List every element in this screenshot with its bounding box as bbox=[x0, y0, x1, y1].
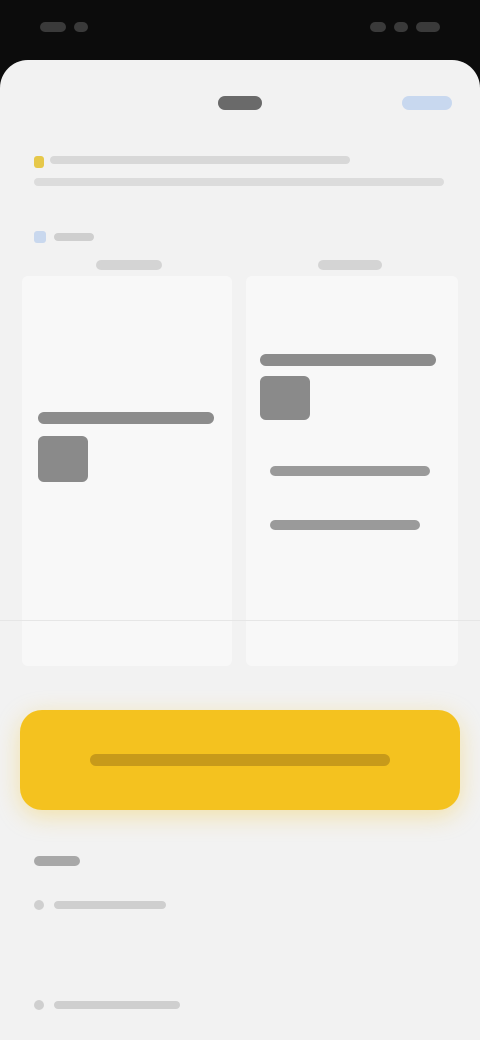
option-icon bbox=[34, 1000, 44, 1010]
notice-text-continued bbox=[34, 178, 444, 186]
preview-card-right[interactable] bbox=[246, 276, 458, 666]
preview-line bbox=[270, 520, 420, 530]
signal-icon bbox=[370, 22, 386, 32]
preview-section-label bbox=[54, 233, 94, 241]
header-action-button[interactable] bbox=[402, 96, 452, 110]
checkbox-icon[interactable] bbox=[34, 231, 46, 243]
preview-line bbox=[270, 466, 430, 476]
status-left bbox=[40, 22, 88, 32]
list-item[interactable] bbox=[34, 988, 446, 1022]
column-header-right bbox=[318, 260, 382, 270]
option-icon bbox=[34, 900, 44, 910]
notification-icon bbox=[74, 22, 88, 32]
preview-title bbox=[260, 354, 436, 366]
more-options-section bbox=[34, 856, 446, 1036]
primary-action-button[interactable] bbox=[20, 710, 460, 810]
bottom-sheet bbox=[0, 60, 480, 1040]
battery-icon bbox=[416, 22, 440, 32]
sheet-header bbox=[0, 60, 480, 140]
list-item-label bbox=[54, 901, 166, 909]
column-header-left bbox=[96, 260, 162, 270]
status-right bbox=[370, 22, 440, 32]
thumbnail bbox=[260, 376, 310, 420]
notice-banner bbox=[34, 156, 446, 196]
wifi-icon bbox=[394, 22, 408, 32]
primary-action-label bbox=[90, 754, 390, 766]
notice-text bbox=[50, 156, 350, 164]
list-item-label bbox=[54, 1001, 180, 1009]
clock bbox=[40, 22, 66, 32]
more-options-heading bbox=[34, 856, 80, 866]
divider bbox=[0, 620, 480, 621]
thumbnail bbox=[38, 436, 88, 482]
list-item[interactable] bbox=[34, 888, 446, 922]
preview-section-header[interactable] bbox=[34, 230, 94, 244]
warning-icon bbox=[34, 156, 44, 168]
preview-title bbox=[38, 412, 214, 424]
preview-card-left[interactable] bbox=[22, 276, 232, 666]
status-bar bbox=[0, 0, 480, 60]
